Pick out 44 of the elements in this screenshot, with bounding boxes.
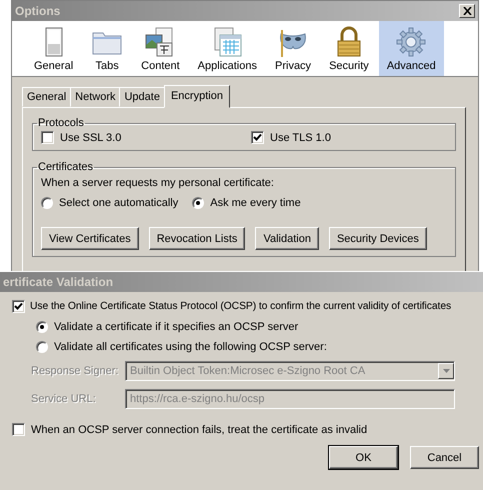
radio-label: Validate all certificates using the following OCSP server: — [54, 341, 327, 353]
tab[interactable]: Update — [119, 87, 165, 107]
checkbox[interactable] — [251, 131, 264, 144]
checkbox-label: Use the Online Certificate Status Protocol (OCSP) to confirm the current validity of certificates — [30, 301, 452, 312]
checkbox[interactable] — [12, 300, 25, 313]
checkbox-label: When an OCSP server connection fails, treat the certificate as invalid — [31, 424, 368, 436]
radio-label: Ask me every time — [210, 197, 301, 209]
tab[interactable]: Network — [70, 87, 120, 107]
toolbar-item[interactable]: Privacy — [267, 21, 320, 76]
radio-button[interactable] — [41, 197, 53, 209]
field-label: Response Signer: — [31, 365, 120, 377]
radio-label: Select one automatically — [59, 197, 178, 209]
close-button[interactable] — [459, 4, 475, 18]
group-title: Protocols — [37, 117, 85, 129]
push-button[interactable]: View Certificates — [41, 227, 139, 250]
dialog-title: ertificate Validation — [3, 275, 114, 289]
tab[interactable]: General — [22, 87, 72, 107]
checkbox-label: Use TLS 1.0 — [270, 132, 331, 144]
radio-button[interactable] — [36, 341, 48, 353]
push-button[interactable]: OK — [329, 446, 398, 469]
toolbar-item[interactable]: Advanced — [378, 21, 444, 76]
radio-button[interactable] — [36, 321, 48, 333]
push-button[interactable]: Cancel — [410, 446, 479, 469]
toolbar-item[interactable]: Tabs — [83, 21, 132, 76]
radio-button[interactable] — [192, 197, 204, 209]
gear-icon — [395, 26, 428, 58]
toolbar-item[interactable]: Content — [133, 21, 188, 76]
push-button[interactable]: Revocation Lists — [148, 227, 246, 250]
group-title: Certificates — [37, 161, 94, 173]
checkbox-label: Use SSL 3.0 — [60, 132, 122, 144]
checkbox[interactable] — [12, 423, 25, 436]
push-button[interactable]: Security Devices — [328, 227, 427, 250]
toolbar-item[interactable]: Applications — [190, 21, 265, 76]
toolbar-item[interactable]: Security — [321, 21, 377, 76]
tab[interactable]: Encryption — [164, 85, 230, 108]
toolbar-item[interactable]: General — [26, 21, 82, 76]
dropdown-value: Builtin Object Token:Microsec e-Szigno Root CA — [130, 365, 366, 377]
prompt-text: When a server requests my personal certificate: — [41, 177, 275, 189]
checkbox[interactable] — [41, 131, 54, 144]
radio-label: Validate a certificate if it specifies an OCSP server — [54, 321, 298, 333]
close-icon — [462, 7, 472, 15]
push-button[interactable]: Validation — [255, 227, 319, 250]
field-label: Service URL: — [31, 393, 97, 405]
window-title: Options — [15, 4, 60, 18]
